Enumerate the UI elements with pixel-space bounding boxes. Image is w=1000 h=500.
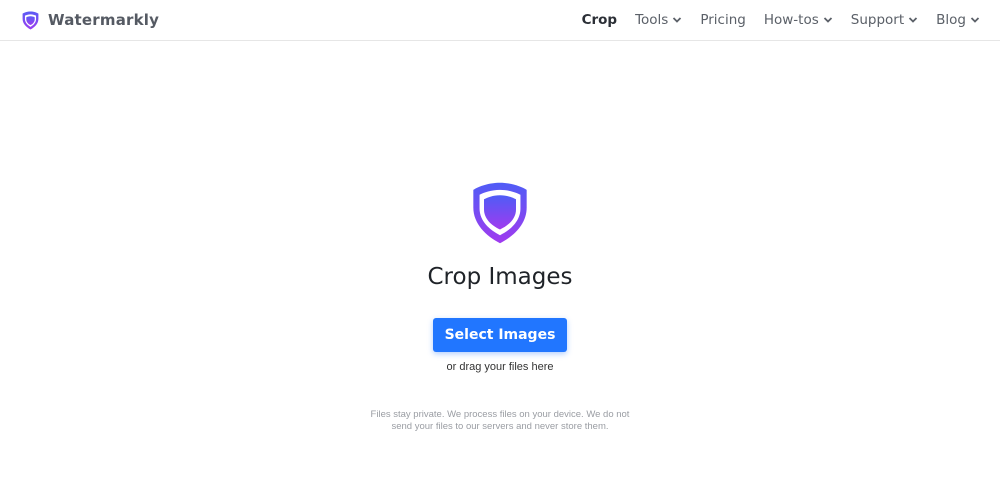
main-nav: Crop Tools Pricing How-tos Support Blog (582, 0, 980, 40)
privacy-note: Files stay private. We process files on … (360, 409, 640, 433)
nav-item-blog[interactable]: Blog (936, 12, 980, 28)
nav-item-support[interactable]: Support (851, 12, 918, 28)
upload-area: Crop Images Select Images or drag your f… (0, 41, 1000, 500)
top-navbar: Watermarkly Crop Tools Pricing How-tos S… (0, 0, 1000, 41)
nav-item-tools[interactable]: Tools (635, 12, 682, 28)
chevron-down-icon (970, 15, 980, 25)
drag-drop-hint: or drag your files here (446, 361, 554, 373)
privacy-note-line: Files stay private. We process files on … (370, 409, 630, 420)
nav-label: Tools (635, 12, 669, 28)
nav-label: How-tos (763, 12, 819, 28)
privacy-note-line: send your files to our servers and never… (391, 421, 609, 432)
nav-label: Blog (936, 12, 966, 28)
brand-name: Watermarkly (48, 11, 160, 29)
brand-logo-link[interactable]: Watermarkly (22, 9, 159, 31)
chevron-down-icon (672, 15, 682, 25)
nav-label: Crop (581, 12, 618, 28)
select-images-button[interactable]: Select Images (433, 318, 567, 352)
nav-item-crop[interactable]: Crop (582, 12, 618, 28)
nav-label: Support (850, 12, 905, 28)
nav-label: Pricing (700, 12, 746, 28)
page-title: Crop Images (427, 264, 573, 290)
chevron-down-icon (823, 15, 833, 25)
shield-icon (22, 11, 39, 30)
chevron-down-icon (908, 15, 918, 25)
nav-item-how-tos[interactable]: How-tos (764, 12, 833, 28)
nav-item-pricing[interactable]: Pricing (700, 12, 746, 28)
shield-logo-icon (468, 181, 532, 245)
